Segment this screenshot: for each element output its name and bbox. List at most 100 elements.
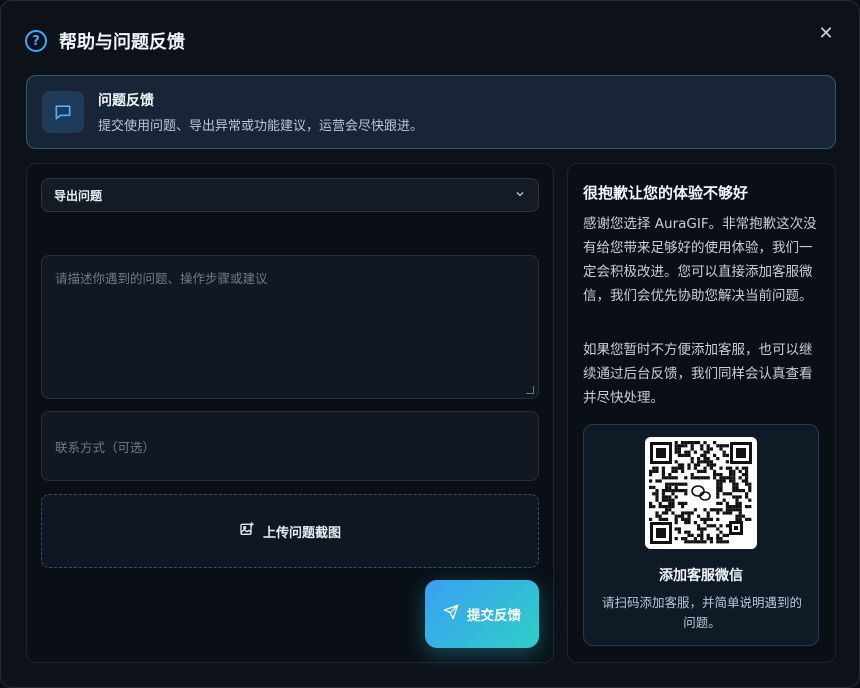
info-paragraph-2: 如果您暂时不方便添加客服，也可以继续通过后台反馈，我们同样会认真查看并尽快处理。 [583,342,813,406]
qr-module [719,530,723,534]
qr-module [697,540,701,544]
qr-module [677,444,681,448]
qr-module [700,460,704,464]
qr-module [681,482,685,486]
qr-module [690,533,694,537]
qr-module [649,485,653,489]
qr-module [709,540,713,544]
qr-module [684,537,688,541]
qr-module [706,537,710,541]
qr-module [748,505,752,509]
qr-module [703,460,707,464]
qr-module [661,498,665,502]
qr-module [668,495,672,499]
help-circle-icon: ? [25,30,47,52]
qr-module [706,444,710,448]
qr-module [697,476,701,480]
qr-module [738,511,742,515]
close-button[interactable]: ✕ [815,23,837,45]
wechat-qr-code [645,437,757,549]
qr-module [719,540,723,544]
qr-module [732,473,736,477]
qr-module [713,473,717,477]
send-icon [443,604,459,624]
qr-module [703,457,707,461]
description-textarea[interactable]: 请描述你遇到的问题、操作步骤或建议 [41,255,539,399]
qr-module [665,482,669,486]
banner-title: 问题反馈 [98,93,154,109]
qr-module [700,527,704,531]
banner-text: 问题反馈 提交使用问题、导出异常或功能建议，运营会尽快跟进。 [98,90,423,134]
qr-module [674,444,678,448]
help-feedback-dialog: ? 帮助与问题反馈 ✕ 问题反馈 提交使用问题、导出异常或功能建议，运营会尽快跟… [0,0,860,688]
qr-module [661,466,665,470]
qr-module [649,473,653,477]
qr-module [661,517,665,521]
wechat-qr-card: 添加客服微信 请扫码添加客服，并简单说明遇到的问题。 [583,424,819,646]
qr-module [706,514,710,518]
qr-module [684,492,688,496]
qr-module [665,508,669,512]
qr-module [677,482,681,486]
qr-module [652,469,656,473]
qr-module [738,501,742,505]
qr-module [738,517,742,521]
qr-module [690,441,694,445]
qr-module [671,469,675,473]
qr-module [681,466,685,470]
qr-module [674,466,678,470]
qr-module [668,501,672,505]
qr-module [687,517,691,521]
qr-module [655,479,659,483]
qr-module [722,540,726,544]
category-select[interactable]: 导出问题 [41,178,539,212]
qr-module [671,511,675,515]
qr-module [693,537,697,541]
qr-module [690,460,694,464]
qr-module [716,473,720,477]
qr-module [735,498,739,502]
contact-input[interactable]: 联系方式（可选） [41,411,539,481]
qr-module [706,524,710,528]
qr-module [693,450,697,454]
qr-module [668,476,672,480]
qr-module [674,460,678,464]
qr-module [661,469,665,473]
qr-module [719,444,723,448]
qr-module [735,505,739,509]
qr-module [677,530,681,534]
qr-module [745,473,749,477]
qr-module [697,460,701,464]
qr-module [716,492,720,496]
qr-module [687,533,691,537]
qr-module [700,469,704,473]
qr-module [697,533,701,537]
qr-module [725,511,729,515]
qr-module [700,540,704,544]
qr-module [693,463,697,467]
qr-module [655,466,659,470]
qr-module [716,457,720,461]
qr-module [658,517,662,521]
dialog-header: ? 帮助与问题反馈 [25,27,185,55]
qr-module [700,476,704,480]
qr-module [677,450,681,454]
qr-module [719,479,723,483]
support-info-panel: 很抱歉让您的体验不够好 感谢您选择 AuraGIF。非常抱歉这次没有给您带来足够… [567,163,836,663]
qr-module [681,444,685,448]
qr-module [741,489,745,493]
qr-module [665,517,669,521]
submit-feedback-button[interactable]: 提交反馈 [425,580,539,648]
qr-module [713,524,717,528]
resize-handle-icon[interactable] [526,386,534,394]
qr-module [677,453,681,457]
qr-module [709,517,713,521]
qr-module [677,447,681,451]
qr-module [741,466,745,470]
qr-module [652,505,656,509]
qr-module [725,505,729,509]
qr-module [716,527,720,531]
upload-screenshot-button[interactable]: 上传问题截图 [41,494,539,568]
qr-module [649,517,653,521]
qr-module [745,505,749,509]
